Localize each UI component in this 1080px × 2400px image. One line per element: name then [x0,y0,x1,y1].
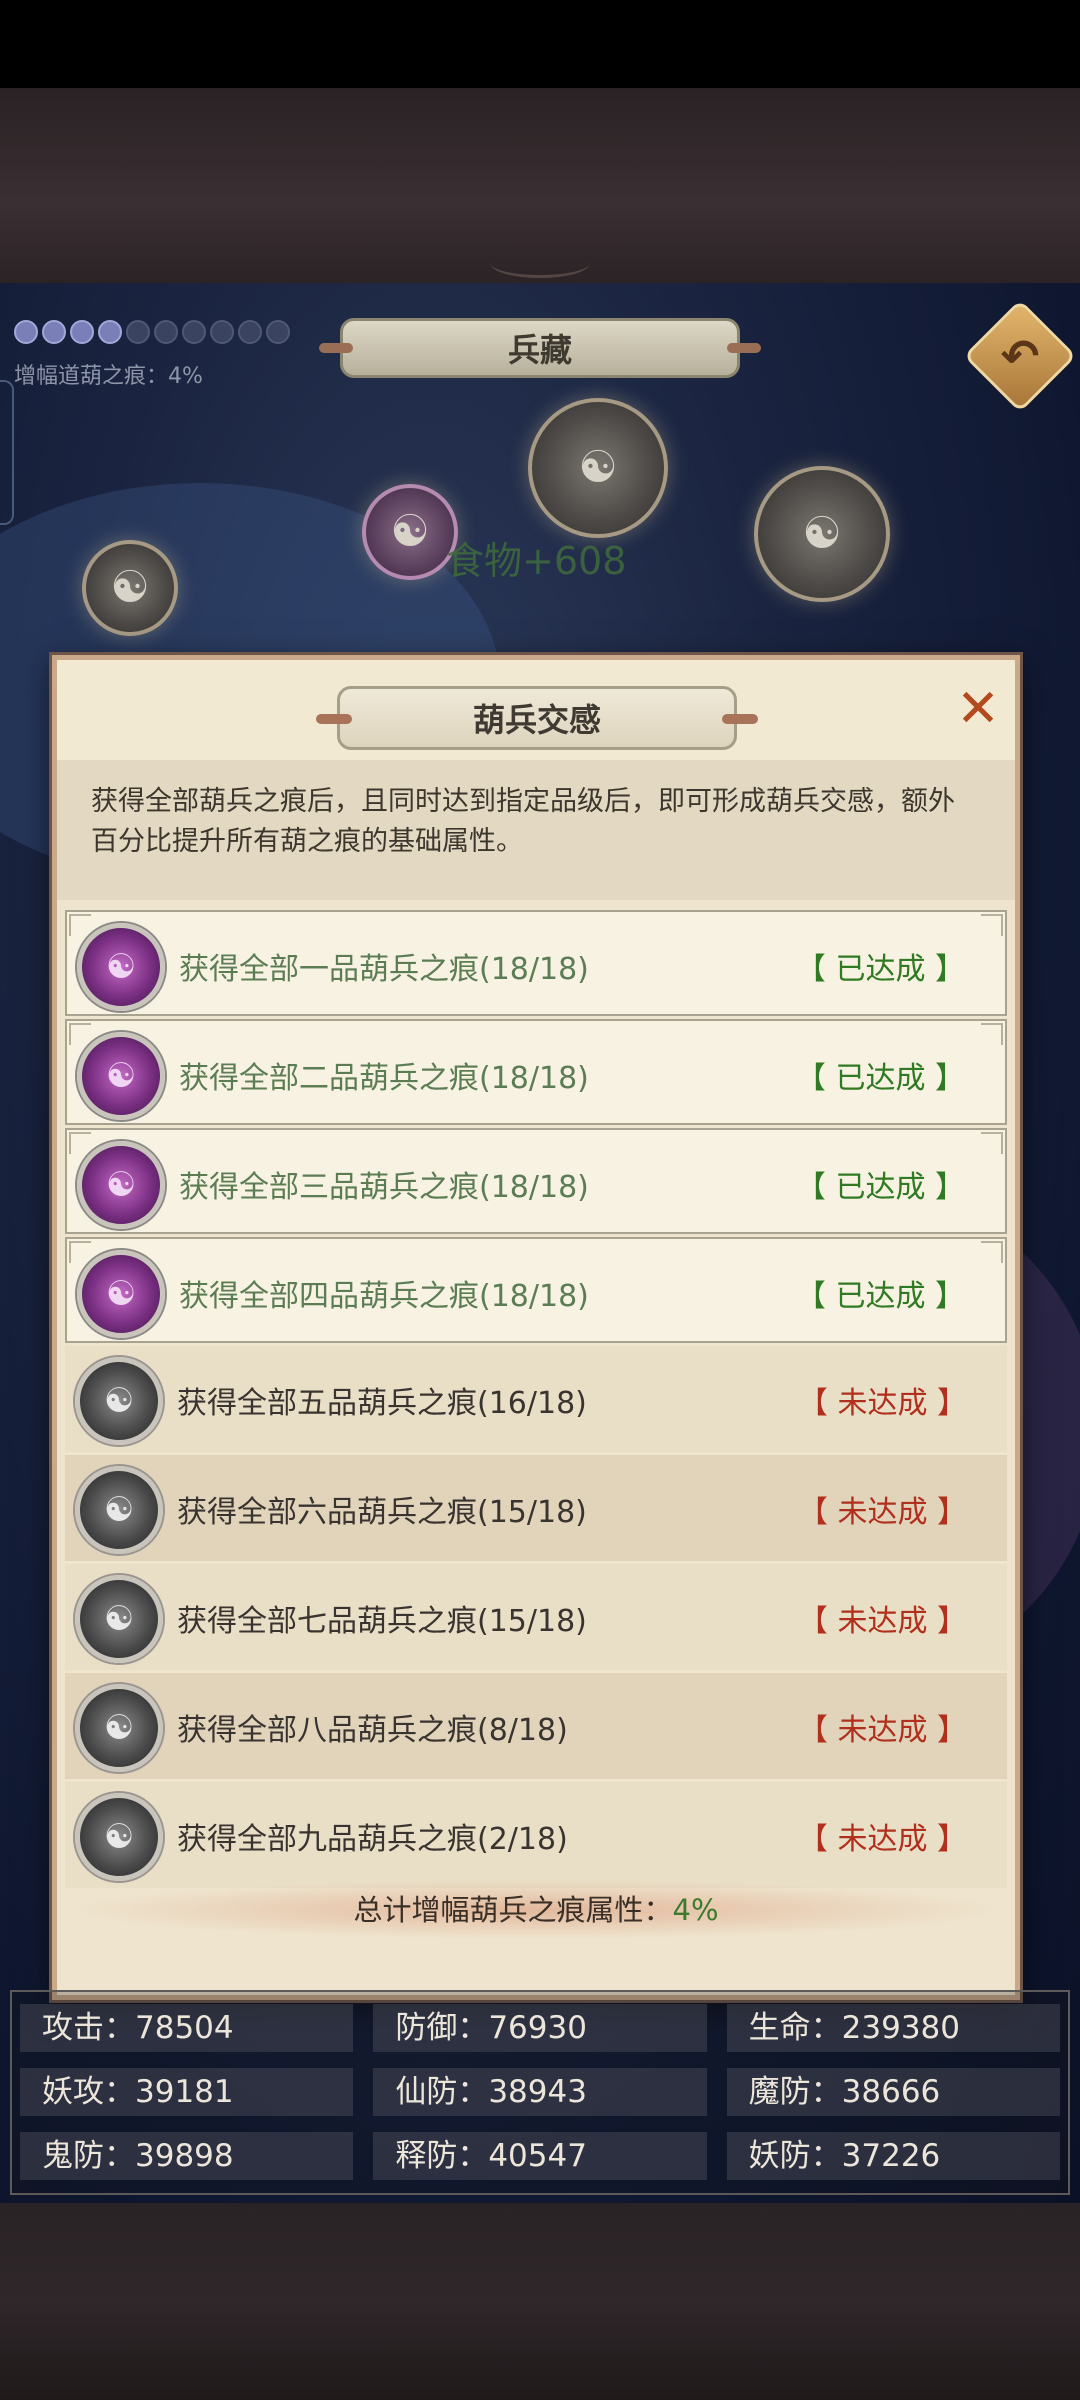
progress-dot [126,320,150,344]
modal-header: 葫兵交感 ✕ [57,660,1015,760]
gourd-medal-active-icon: ☯ [77,1250,165,1338]
progress-dots [14,320,290,344]
total-label: 总计增幅葫兵之痕属性： [353,1893,673,1927]
row-corner-ornament [69,1023,91,1045]
row-label: 获得全部五品葫兵之痕(16/18) [177,1386,587,1421]
page-title: 兵藏 [319,318,761,378]
row-corner-ornament [981,914,1003,936]
total-value: 4% [672,1893,719,1927]
row-corner-ornament [69,1132,91,1154]
page-title-text: 兵藏 [507,331,572,369]
gourd-icon: ☯ [578,442,618,493]
title-knob-left [319,343,353,353]
row-label: 获得全部七品葫兵之痕(15/18) [177,1604,587,1639]
resonance-row: ☯ 获得全部五品葫兵之痕(16/18) 【 未达成 】 [65,1346,1007,1452]
progress-dot [98,320,122,344]
gourd-node[interactable]: ☯ [528,398,668,538]
modal-title-text: 葫兵交感 [472,701,601,739]
stat-cell: 妖防：37226 [726,2132,1060,2180]
stat-cell: 释防：40547 [373,2132,707,2180]
gourd-node[interactable]: ☯ [82,540,178,636]
gourd-icon: ☯ [390,506,430,557]
row-status: 【 未达成 】 [797,1386,967,1421]
stat-cell: 鬼防：39898 [20,2132,354,2180]
close-icon: ✕ [956,679,1000,739]
row-label: 获得全部二品葫兵之痕(18/18) [179,1061,589,1096]
gourd-medal-inactive-icon: ☯ [75,1793,163,1881]
progress-dot [42,320,66,344]
resonance-row: ☯ 获得全部六品葫兵之痕(15/18) 【 未达成 】 [65,1455,1007,1561]
stat-cell: 攻击：78504 [20,2004,354,2052]
row-status: 【 未达成 】 [797,1822,967,1857]
food-gain-text: 食物+608 [446,539,627,583]
modal-title: 葫兵交感 [316,686,758,750]
total-boost: 总计增幅葫兵之痕属性：4% [57,1880,1015,1940]
gourd-node[interactable]: ☯ [754,466,890,602]
progress-dot [182,320,206,344]
status-bar-area [0,0,1080,88]
row-status: 【 未达成 】 [797,1495,967,1530]
side-panel-tab[interactable] [0,380,14,525]
gourd-icon: ☯ [802,508,842,559]
row-label: 获得全部六品葫兵之痕(15/18) [177,1495,587,1530]
progress-dot [14,320,38,344]
row-corner-ornament [981,1241,1003,1263]
row-status: 【 未达成 】 [797,1604,967,1639]
progress-dot [238,320,262,344]
resonance-row: ☯ 获得全部一品葫兵之痕(18/18) 【 已达成 】 [65,910,1007,1016]
row-label: 获得全部一品葫兵之痕(18/18) [179,952,589,987]
boost-label: 增幅道葫之痕：4% [14,364,203,389]
resonance-list: ☯ 获得全部一品葫兵之痕(18/18) 【 已达成 】 ☯ 获得全部二品葫兵之痕(18/… [65,910,1007,1891]
bottom-frame [0,2203,1080,2400]
resonance-modal: 葫兵交感 ✕ 获得全部葫兵之痕后，且同时达到指定品级后，即可形成葫兵交感，额外百… [52,655,1020,2000]
row-corner-ornament [69,914,91,936]
gourd-medal-active-icon: ☯ [77,1141,165,1229]
progress-dot [266,320,290,344]
stat-cell: 生命：239380 [726,2004,1060,2052]
resonance-row: ☯ 获得全部九品葫兵之痕(2/18) 【 未达成 】 [65,1782,1007,1888]
resonance-row: ☯ 获得全部三品葫兵之痕(18/18) 【 已达成 】 [65,1128,1007,1234]
back-arrow-icon: ↶ [1000,329,1040,383]
resonance-row: ☯ 获得全部二品葫兵之痕(18/18) 【 已达成 】 [65,1019,1007,1125]
progress-dot [154,320,178,344]
gourd-medal-active-icon: ☯ [77,1032,165,1120]
row-status: 【 已达成 】 [795,1061,965,1096]
close-button[interactable]: ✕ [951,682,1005,736]
title-knob-right [727,343,761,353]
stat-cell: 防御：76930 [373,2004,707,2052]
gourd-node[interactable]: ☯ [362,484,458,580]
gourd-medal-active-icon: ☯ [77,923,165,1011]
row-status: 【 已达成 】 [795,952,965,987]
row-corner-ornament [981,1132,1003,1154]
gourd-icon: ☯ [110,562,150,613]
stat-cell: 魔防：38666 [726,2068,1060,2116]
stat-cell: 仙防：38943 [373,2068,707,2116]
row-label: 获得全部八品葫兵之痕(8/18) [177,1713,568,1748]
gourd-medal-inactive-icon: ☯ [75,1575,163,1663]
progress-dot [70,320,94,344]
row-status: 【 已达成 】 [795,1170,965,1205]
stat-cell: 妖攻：39181 [20,2068,354,2116]
modal-description: 获得全部葫兵之痕后，且同时达到指定品级后，即可形成葫兵交感，额外百分比提升所有葫… [57,760,1015,900]
resonance-row: ☯ 获得全部八品葫兵之痕(8/18) 【 未达成 】 [65,1673,1007,1779]
row-label: 获得全部九品葫兵之痕(2/18) [177,1822,568,1857]
row-label: 获得全部四品葫兵之痕(18/18) [179,1279,589,1314]
stats-grid: 攻击：78504 防御：76930 生命：239380 妖攻：39181 仙防：3894… [20,2000,1060,2180]
resonance-row: ☯ 获得全部四品葫兵之痕(18/18) 【 已达成 】 [65,1237,1007,1343]
row-corner-ornament [69,1241,91,1263]
progress-dot [210,320,234,344]
upper-frame [0,88,1080,283]
title-knob-right [722,714,758,724]
row-label: 获得全部三品葫兵之痕(18/18) [179,1170,589,1205]
gourd-medal-inactive-icon: ☯ [75,1684,163,1772]
row-status: 【 未达成 】 [797,1713,967,1748]
resonance-row: ☯ 获得全部七品葫兵之痕(15/18) 【 未达成 】 [65,1564,1007,1670]
gourd-medal-inactive-icon: ☯ [75,1466,163,1554]
frame-ornament [490,248,590,278]
row-corner-ornament [981,1023,1003,1045]
gourd-medal-inactive-icon: ☯ [75,1357,163,1445]
title-knob-left [316,714,352,724]
row-status: 【 已达成 】 [795,1279,965,1314]
